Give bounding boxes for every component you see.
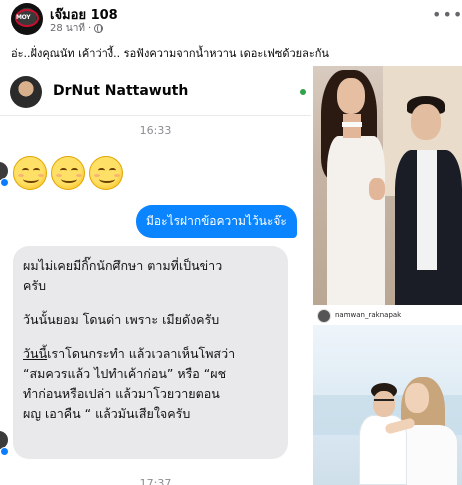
- contact-name: DrNut Nattawuth: [53, 83, 189, 99]
- instagram-avatar: [317, 309, 331, 323]
- post-caption: อ่ะ..ฝั่งคุณนัท เค้าว่างี้.. รอฟังความจา…: [11, 47, 329, 60]
- incoming-message-bubble: ผมไม่เคยมีกิ๊กนักศึกษา ตามที่เป็นข่าว คร…: [13, 246, 288, 459]
- smiling-face-emoji-icon: [89, 156, 123, 190]
- smiling-face-emoji-icon: [13, 156, 47, 190]
- contact-avatar: [10, 76, 42, 108]
- chat-header: DrNut Nattawuth: [0, 66, 311, 116]
- outgoing-message-bubble: มีอะไรฝากข้อความไว้นะจ๊ะ: [136, 205, 297, 238]
- globe-icon: [94, 24, 104, 33]
- avatar-logo-text: MOY: [16, 14, 31, 21]
- message-line: “สมควรแล้ว ไปทำเค้าก่อน” หรือ “ผช: [23, 366, 227, 381]
- smiling-face-emoji-icon: [51, 156, 85, 190]
- message-line: วันนั้นยอม โดนด่า เพราะ เมียดังครับ: [23, 312, 220, 327]
- post-meta: 28 นาที ·: [50, 21, 104, 36]
- message-line: ทำก่อนหรือเปล่า แล้วมาโวยวายตอน: [23, 386, 220, 401]
- instagram-username: namwan_raknapak: [335, 311, 402, 319]
- chat-timestamp: 17:37: [139, 477, 172, 485]
- online-status-dot: [300, 89, 306, 95]
- couple-event-photo[interactable]: [313, 66, 462, 305]
- post-header: MOY เจ๊มอย 108 28 นาที · •••: [0, 0, 462, 38]
- page-avatar[interactable]: MOY: [11, 3, 43, 35]
- post-time-link[interactable]: 28 นาที: [50, 21, 85, 36]
- message-text: เราโดนกระทำ แล้วเวลาเห็นโพสว่า: [47, 346, 236, 361]
- instagram-header: namwan_raknapak: [313, 305, 462, 325]
- couple-wedding-photo[interactable]: [313, 325, 462, 485]
- message-line: ผญ เอาคืน “ แล้วมันเสียใจครับ: [23, 406, 191, 421]
- messenger-screenshot[interactable]: DrNut Nattawuth 16:33 มีอะไรฝากข้อความไว…: [0, 66, 311, 485]
- messenger-badge-icon: [0, 178, 9, 187]
- chat-timestamp: 16:33: [139, 124, 172, 137]
- message-line: วันนี้เราโดนกระทำ แล้วเวลาเห็นโพสว่า: [23, 344, 278, 364]
- underlined-word: วันนี้: [23, 346, 48, 361]
- message-line: ผมไม่เคยมีกิ๊กนักศึกษา ตามที่เป็นข่าว: [23, 258, 223, 273]
- more-options-icon[interactable]: •••: [432, 7, 462, 23]
- message-line: ครับ: [23, 278, 47, 293]
- emoji-message: [13, 156, 123, 190]
- messenger-badge-icon: [0, 447, 9, 456]
- meta-separator: ·: [87, 23, 92, 34]
